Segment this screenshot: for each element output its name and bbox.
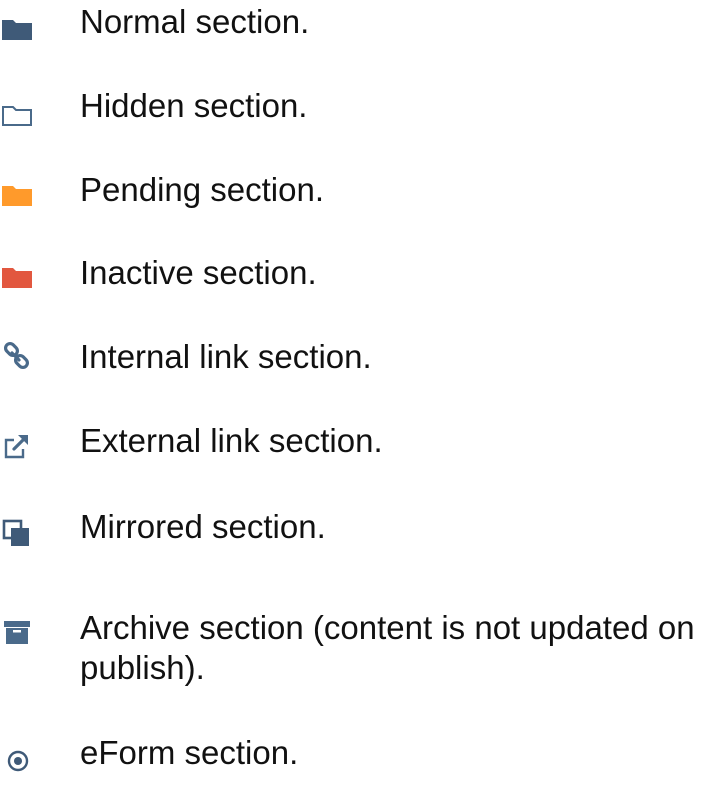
legend-label-normal: Normal section. (80, 3, 310, 40)
eform-circle-icon (0, 745, 60, 785)
legend-label-hidden: Hidden section. (80, 87, 308, 124)
legend-label-mirrored: Mirrored section. (80, 508, 326, 545)
chain-link-icon (0, 341, 60, 381)
mirror-squares-icon (0, 516, 60, 556)
legend-label-archive: Archive section (content is not updated … (80, 609, 695, 686)
archive-box-icon (0, 618, 60, 658)
legend-label-internal-link: Internal link section. (80, 338, 372, 375)
folder-outline-icon (0, 102, 60, 142)
legend-label-pending: Pending section. (80, 171, 325, 208)
legend-label-eform: eForm section. (80, 734, 299, 771)
folder-filled-icon (0, 264, 60, 304)
legend-label-external-link: External link section. (80, 422, 383, 459)
external-link-icon (0, 429, 60, 469)
folder-filled-icon (0, 182, 60, 222)
folder-filled-icon (0, 16, 60, 56)
legend-label-inactive: Inactive section. (80, 254, 317, 291)
section-icon-legend: Normal section. Hidden section. Pending … (0, 0, 703, 773)
